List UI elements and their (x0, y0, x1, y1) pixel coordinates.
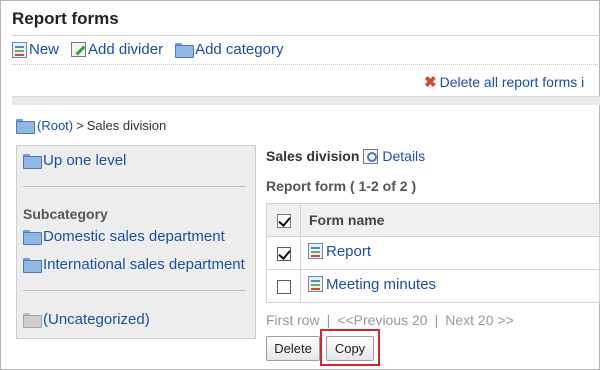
sidebar-item-international-sales[interactable]: International sales department (23, 256, 245, 273)
add-category-button[interactable]: Add category (175, 41, 283, 58)
sidebar-item-label: Domestic sales department (43, 228, 225, 245)
category-header: Sales division Details (266, 148, 425, 164)
delete-x-icon: ✖ (424, 73, 437, 91)
category-sidebar: Up one level Subcategory Domestic sales … (16, 145, 256, 339)
folder-icon (23, 258, 42, 273)
breadcrumb-current: Sales division (86, 118, 167, 133)
toolbar: New Add divider Add category (12, 41, 283, 58)
column-header-form-name: Form name (300, 203, 600, 237)
row-checkbox-cell (266, 236, 301, 270)
section-separator (12, 96, 600, 105)
sidebar-item-label: (Uncategorized) (43, 311, 150, 328)
form-name: Report (326, 242, 372, 260)
root-folder-icon (16, 119, 35, 134)
page-title: Report forms (12, 9, 119, 28)
new-button[interactable]: New (12, 41, 59, 58)
table-header-row: Form name (266, 203, 600, 237)
up-one-level-label: Up one level (43, 152, 127, 169)
form-link[interactable]: Meeting minutes (308, 276, 436, 293)
report-form-icon (308, 243, 323, 260)
title-divider (12, 35, 600, 36)
pager-next: Next 20 >> (445, 312, 514, 328)
copy-button[interactable]: Copy (326, 336, 374, 361)
row-checkbox[interactable] (276, 246, 291, 261)
report-form-icon (308, 276, 323, 293)
add-divider-label: Add divider (88, 41, 164, 58)
table-row: Report (266, 236, 600, 270)
delete-all-label: Delete all report forms i (439, 74, 585, 90)
sidebar-divider (23, 186, 245, 187)
pager-first: First row (266, 312, 320, 328)
sidebar-divider (23, 290, 245, 291)
add-divider-button[interactable]: Add divider (71, 41, 163, 58)
breadcrumb-separator: > (76, 118, 84, 133)
form-link[interactable]: Report (308, 243, 371, 260)
edit-pen-icon (71, 42, 87, 57)
new-label: New (29, 41, 60, 58)
add-category-label: Add category (195, 41, 284, 58)
folder-icon (23, 230, 42, 245)
row-checkbox[interactable] (276, 279, 291, 294)
breadcrumb: (Root) > Sales division (16, 118, 167, 134)
pager-divider: | (326, 312, 331, 328)
up-one-level-link[interactable]: Up one level (23, 152, 126, 169)
delete-all-forms-link[interactable]: ✖ Delete all report forms i (424, 74, 584, 90)
select-all-cell (266, 203, 301, 237)
pager-divider: | (434, 312, 439, 328)
new-form-icon (12, 41, 27, 58)
folder-add-icon (175, 43, 195, 58)
folder-grey-icon (23, 313, 42, 328)
row-checkbox-cell (266, 269, 301, 303)
folder-up-icon (23, 154, 42, 169)
sidebar-item-uncategorized[interactable]: (Uncategorized) (23, 311, 150, 328)
form-count: Report form ( 1-2 of 2 ) (266, 178, 417, 194)
sidebar-item-label: International sales department (43, 256, 245, 273)
pagination: First row | <<Previous 20 | Next 20 >> (266, 312, 514, 328)
sidebar-item-domestic-sales[interactable]: Domestic sales department (23, 228, 225, 245)
magnifier-icon (363, 148, 379, 164)
form-name: Meeting minutes (326, 275, 437, 293)
select-all-checkbox[interactable] (276, 214, 291, 229)
form-name-cell: Meeting minutes (300, 269, 600, 303)
form-table: Form name Report Meeting minutes (266, 203, 600, 303)
subcategory-heading: Subcategory (23, 206, 108, 222)
toolbar-divider (12, 64, 600, 65)
details-link[interactable]: Details (382, 148, 425, 164)
table-row: Meeting minutes (266, 269, 600, 303)
delete-button[interactable]: Delete (266, 336, 320, 361)
pager-previous: <<Previous 20 (337, 312, 428, 328)
form-name-cell: Report (300, 236, 600, 270)
breadcrumb-root-link[interactable]: (Root) (37, 118, 73, 133)
category-name: Sales division (266, 148, 360, 164)
